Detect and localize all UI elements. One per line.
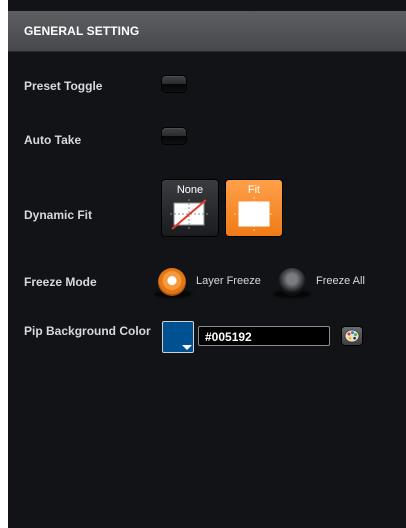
- no-fit-icon: [170, 199, 208, 230]
- preset-toggle-switch[interactable]: [162, 76, 186, 92]
- palette-icon: [344, 329, 360, 343]
- freeze-all-radio[interactable]: [278, 268, 306, 296]
- color-swatch-dropdown[interactable]: [162, 321, 194, 353]
- layer-freeze-radio[interactable]: [158, 268, 186, 296]
- panel-title: GENERAL SETTING: [24, 24, 140, 38]
- dropdown-arrow-icon: [182, 345, 192, 350]
- layer-freeze-label: Layer Freeze: [196, 275, 261, 287]
- dynamic-fit-fit-button[interactable]: Fit: [226, 180, 282, 236]
- auto-take-label: Auto Take: [24, 133, 82, 147]
- dynamic-fit-label: Dynamic Fit: [24, 208, 93, 222]
- freeze-all-label: Freeze All: [316, 275, 365, 287]
- freeze-mode-label: Freeze Mode: [24, 275, 97, 289]
- color-picker-button[interactable]: [342, 327, 362, 345]
- preset-toggle-label: Preset Toggle: [24, 79, 103, 93]
- fit-icon: [234, 197, 274, 231]
- pip-background-color-label: Pip Background Color: [24, 324, 151, 338]
- general-setting-panel: GENERAL SETTING Preset Toggle Auto Take …: [8, 0, 406, 528]
- dynamic-fit-none-button[interactable]: None: [162, 180, 218, 236]
- auto-take-switch[interactable]: [162, 128, 186, 144]
- panel-header: GENERAL SETTING: [8, 11, 406, 52]
- hex-color-input[interactable]: #005192: [198, 326, 330, 346]
